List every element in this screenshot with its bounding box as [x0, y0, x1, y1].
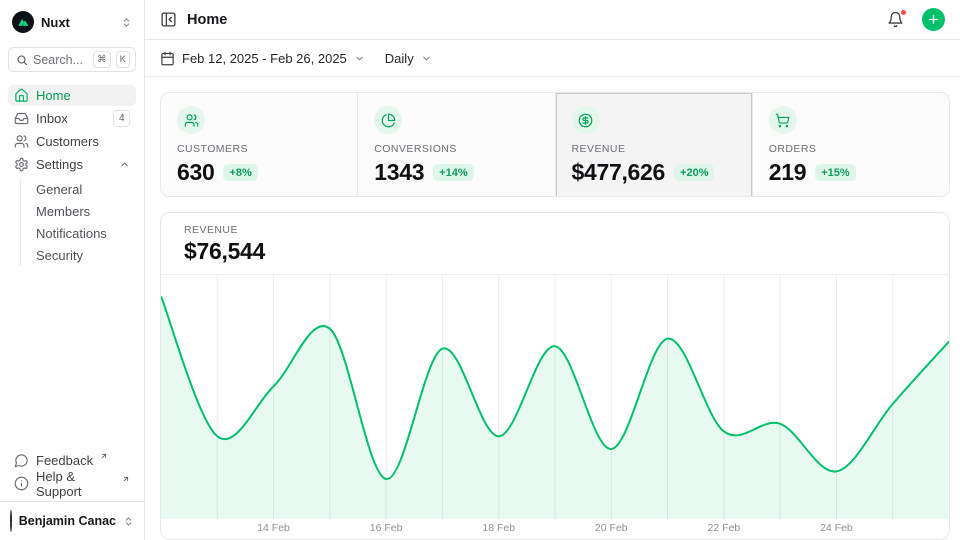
x-tick-label: 14 Feb — [257, 522, 290, 534]
sidebar-item-label: Settings — [36, 157, 83, 172]
page-header: Home — [145, 0, 960, 40]
content: CUSTOMERS 630 +8% CONVERSIONS 1343 +14% — [145, 77, 960, 540]
notifications-button[interactable] — [887, 11, 904, 28]
stat-delta-badge: +20% — [674, 164, 714, 181]
users-icon — [14, 134, 29, 149]
sidebar-item-security[interactable]: Security — [21, 245, 136, 266]
add-button[interactable] — [922, 8, 945, 31]
settings-submenu: General Members Notifications Security — [20, 179, 136, 266]
stat-card-customers[interactable]: CUSTOMERS 630 +8% — [161, 93, 357, 197]
sidebar-item-customers[interactable]: Customers — [8, 131, 136, 152]
stat-label: CUSTOMERS — [177, 143, 341, 155]
workspace-selector[interactable]: Nuxt — [8, 10, 136, 34]
panel-collapse-button[interactable] — [160, 11, 177, 28]
sidebar-item-label: General — [36, 182, 82, 197]
stat-card-revenue[interactable]: REVENUE $477,626 +20% — [556, 93, 752, 197]
chevrons-up-down-icon — [123, 516, 134, 527]
chart-header: REVENUE $76,544 — [161, 213, 949, 275]
page-title: Home — [187, 12, 877, 28]
feedback-label: Feedback — [36, 453, 93, 468]
help-support-link[interactable]: Help & Support — [8, 473, 136, 494]
conversions-icon — [374, 106, 402, 134]
sidebar-item-label: Security — [36, 248, 83, 263]
sidebar-item-inbox[interactable]: Inbox 4 — [8, 108, 136, 129]
filters-toolbar: Feb 12, 2025 - Feb 26, 2025 Daily — [145, 40, 960, 77]
chart-metric-value: $76,544 — [184, 238, 926, 265]
workspace-name: Nuxt — [41, 15, 114, 30]
x-tick-label: 18 Feb — [482, 522, 515, 534]
stat-value: 1343 — [374, 159, 424, 186]
stat-value: 219 — [769, 159, 806, 186]
help-support-label: Help & Support — [36, 469, 115, 499]
sidebar-nav: Home Inbox 4 Customers Settings — [8, 85, 136, 268]
sidebar-item-label: Inbox — [36, 111, 68, 126]
stat-label: REVENUE — [572, 143, 736, 155]
customers-icon — [177, 106, 205, 134]
inbox-icon — [14, 111, 29, 126]
stat-card-orders[interactable]: ORDERS 219 +15% — [753, 93, 949, 197]
user-name: Benjamin Canac — [19, 514, 116, 528]
stat-card-conversions[interactable]: CONVERSIONS 1343 +14% — [358, 93, 554, 197]
sidebar: Nuxt Search... ⌘ K Home Inbox 4 — [0, 0, 145, 540]
revenue-chart-panel: REVENUE $76,544 14 Feb 16 Feb 18 Feb 20 Feb… — [160, 212, 950, 540]
user-menu[interactable]: Benjamin Canac — [0, 501, 144, 540]
chart-metric-label: REVENUE — [184, 224, 926, 236]
revenue-icon — [572, 106, 600, 134]
stat-value: $477,626 — [572, 159, 666, 186]
granularity-select[interactable]: Daily — [385, 51, 432, 66]
chart-x-axis: 14 Feb 16 Feb 18 Feb 20 Feb 22 Feb 24 Feb — [161, 519, 949, 539]
sidebar-item-label: Home — [36, 88, 71, 103]
sidebar-item-home[interactable]: Home — [8, 85, 136, 106]
search-input[interactable]: Search... ⌘ K — [8, 47, 136, 72]
sidebar-item-notifications[interactable]: Notifications — [21, 223, 136, 244]
avatar — [10, 510, 12, 532]
search-placeholder: Search... — [33, 53, 88, 67]
chevron-down-icon — [421, 53, 432, 64]
external-link-icon — [100, 452, 108, 460]
command-key: ⌘ — [93, 51, 111, 69]
chart-plot — [161, 275, 949, 519]
stats-row: CUSTOMERS 630 +8% CONVERSIONS 1343 +14% — [160, 92, 950, 197]
calendar-icon — [160, 51, 175, 66]
x-tick-label: 24 Feb — [820, 522, 853, 534]
date-range-picker[interactable]: Feb 12, 2025 - Feb 26, 2025 — [160, 51, 365, 66]
sidebar-item-members[interactable]: Members — [21, 201, 136, 222]
panel-left-close-icon — [160, 11, 177, 28]
stat-delta-badge: +8% — [223, 164, 257, 181]
orders-icon — [769, 106, 797, 134]
search-icon — [16, 54, 28, 66]
chevron-up-icon — [119, 159, 130, 170]
sidebar-item-settings[interactable]: Settings — [8, 154, 136, 175]
info-icon — [14, 476, 29, 491]
home-icon — [14, 88, 29, 103]
revenue-area-chart — [161, 275, 949, 519]
sidebar-item-label: Members — [36, 204, 90, 219]
stat-label: ORDERS — [769, 143, 933, 155]
gear-icon — [14, 157, 29, 172]
granularity-label: Daily — [385, 51, 414, 66]
plus-icon — [927, 13, 940, 26]
sidebar-item-label: Notifications — [36, 226, 107, 241]
chevrons-up-down-icon — [121, 17, 132, 28]
nuxt-logo — [12, 11, 34, 33]
sidebar-item-label: Customers — [36, 134, 99, 149]
stat-delta-badge: +14% — [433, 164, 473, 181]
notification-dot — [900, 9, 907, 16]
stat-delta-badge: +15% — [815, 164, 855, 181]
x-tick-label: 20 Feb — [595, 522, 628, 534]
sidebar-footer: Feedback Help & Support — [8, 450, 136, 501]
sidebar-item-general[interactable]: General — [21, 179, 136, 200]
stat-value: 630 — [177, 159, 214, 186]
external-link-icon — [122, 475, 130, 483]
inbox-count-badge: 4 — [113, 110, 130, 127]
stat-label: CONVERSIONS — [374, 143, 538, 155]
k-key: K — [116, 51, 130, 69]
x-tick-label: 22 Feb — [707, 522, 740, 534]
date-range-label: Feb 12, 2025 - Feb 26, 2025 — [182, 51, 347, 66]
message-icon — [14, 453, 29, 468]
chevron-down-icon — [354, 53, 365, 64]
main-area: Home Feb 12, 2025 - Feb 26, 2025 Daily — [145, 0, 960, 540]
x-tick-label: 16 Feb — [370, 522, 403, 534]
